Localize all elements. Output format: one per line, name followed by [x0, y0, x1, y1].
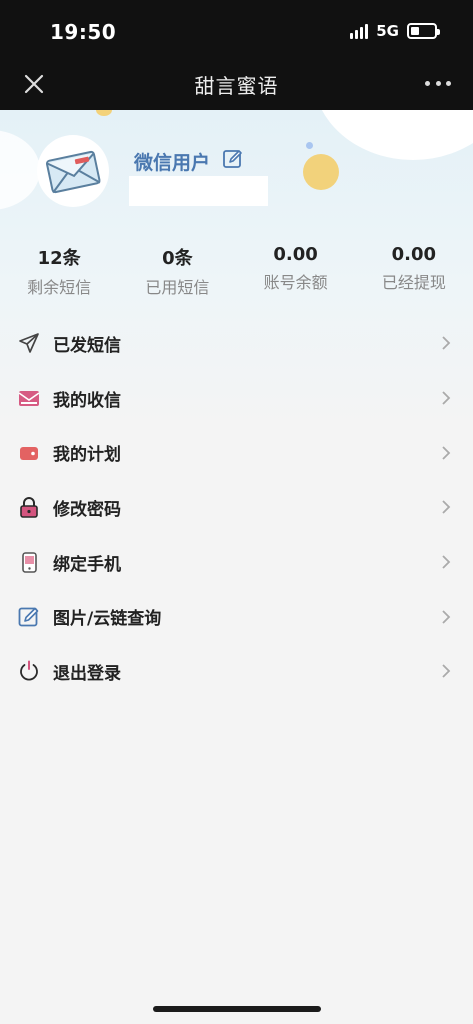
power-icon — [18, 660, 40, 682]
decor-dot — [303, 154, 339, 190]
menu-item-label: 我的收信 — [53, 390, 121, 411]
chevron-right-icon — [442, 336, 451, 350]
menu-item-bind-phone[interactable]: 绑定手机 — [0, 535, 473, 590]
menu-item-label: 我的计划 — [53, 445, 121, 466]
inbox-envelope-icon — [18, 387, 40, 409]
stat-label: 账号余额 — [263, 273, 328, 292]
chevron-right-icon — [442, 500, 451, 515]
envelope-avatar-icon — [45, 150, 101, 194]
lock-icon — [18, 496, 40, 519]
menu-list: 已发短信 我的收信 我的计划 修改密码 绑定手机 图片/云链查询 退出登录 — [0, 316, 473, 699]
edit-square-icon — [18, 606, 40, 628]
stat-value: 12条 — [37, 248, 81, 269]
signal-icon — [350, 23, 369, 39]
stat-value: 0.00 — [391, 244, 437, 265]
menu-item-label: 修改密码 — [53, 499, 121, 520]
stat-value: 0.00 — [273, 244, 318, 265]
chevron-right-icon — [442, 664, 451, 679]
decor-circle — [313, 110, 473, 160]
top-bar: 19:50 5G 甜言蜜语 — [0, 0, 473, 110]
stat-label: 已用短信 — [145, 278, 210, 297]
stat-withdrawn[interactable]: 0.00 已经提现 — [355, 244, 473, 298]
stat-remaining-sms[interactable]: 12条 剩余短信 — [0, 244, 118, 298]
decor-dot — [306, 142, 313, 149]
home-indicator[interactable] — [153, 1006, 321, 1012]
menu-item-sent-sms[interactable]: 已发短信 — [0, 316, 473, 371]
phone-icon — [18, 551, 40, 573]
avatar[interactable] — [37, 135, 109, 207]
menu-item-label: 图片/云链查询 — [53, 609, 162, 630]
menu-item-image-cloud-query[interactable]: 图片/云链查询 — [0, 589, 473, 644]
menu-item-change-password[interactable]: 修改密码 — [0, 480, 473, 535]
menu-item-label: 已发短信 — [53, 335, 121, 356]
menu-item-label: 绑定手机 — [53, 554, 121, 575]
chevron-right-icon — [442, 610, 451, 624]
battery-icon — [407, 23, 440, 39]
decor-dot — [96, 110, 112, 116]
wallet-icon — [18, 442, 40, 464]
stat-label: 剩余短信 — [27, 278, 92, 297]
chevron-right-icon — [442, 555, 451, 569]
user-id-field — [129, 176, 268, 206]
status-time: 19:50 — [50, 20, 117, 44]
chevron-right-icon — [442, 446, 451, 460]
stats-row: 12条 剩余短信 0条 已用短信 0.00 账号余额 0.00 已经提现 — [0, 244, 473, 298]
stat-value: 0条 — [162, 248, 193, 269]
more-icon[interactable] — [425, 76, 451, 90]
status-icons: 5G — [350, 22, 440, 40]
username: 微信用户 — [134, 152, 211, 174]
menu-item-inbox[interactable]: 我的收信 — [0, 371, 473, 426]
stat-balance[interactable]: 0.00 账号余额 — [237, 244, 355, 298]
edit-icon[interactable] — [222, 148, 244, 170]
chevron-right-icon — [442, 391, 451, 405]
send-icon — [18, 332, 40, 354]
page-title: 甜言蜜语 — [194, 74, 279, 98]
decor-circle — [0, 130, 40, 210]
stat-label: 已经提现 — [381, 273, 446, 292]
stat-used-sms[interactable]: 0条 已用短信 — [118, 244, 236, 298]
network-label: 5G — [376, 22, 399, 40]
menu-item-plans[interactable]: 我的计划 — [0, 425, 473, 480]
menu-item-label: 退出登录 — [53, 663, 121, 684]
menu-item-logout[interactable]: 退出登录 — [0, 644, 473, 699]
